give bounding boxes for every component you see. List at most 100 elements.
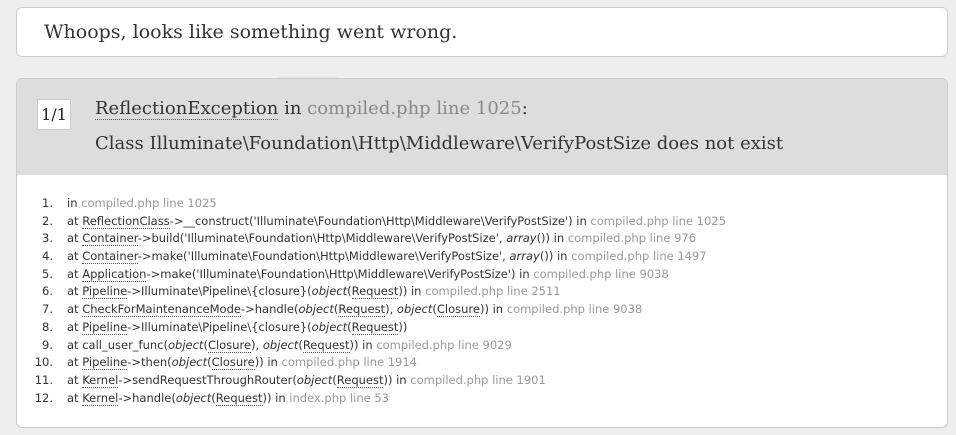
- trace-row-text: at Container->make('Illuminate\Foundatio…: [67, 248, 707, 266]
- exception-message: Class Illuminate\Foundation\Http\Middlew…: [95, 133, 784, 154]
- class-abbr[interactable]: ReflectionClass: [82, 213, 170, 229]
- file-location: index.php line 53: [289, 390, 389, 405]
- type-keyword: array: [509, 249, 540, 264]
- trace-text: ),: [251, 337, 263, 352]
- class-abbr[interactable]: Kernel: [82, 372, 119, 388]
- trace-text: ->then(: [127, 355, 172, 370]
- type-keyword: object: [311, 319, 348, 334]
- page-title: Whoops, looks like something went wrong.: [44, 21, 458, 43]
- trace-row: 9. at call_user_func(object(Closure), obj…: [17, 337, 947, 355]
- exception-in-word: in: [278, 98, 308, 119]
- file-location: compiled.php line 1497: [571, 249, 707, 264]
- trace-text: at: [67, 319, 83, 334]
- trace-row: 2. at ReflectionClass->__construct('Illum…: [17, 213, 947, 231]
- trace-row-text: at Kernel->handle(object(Request)) in in…: [67, 390, 389, 408]
- trace-row: 6. at Pipeline->Illuminate\Pipeline\{clos…: [17, 283, 947, 301]
- trace-text: at: [67, 372, 83, 387]
- trace-row-text: at CheckForMaintenanceMode->handle(objec…: [67, 301, 642, 319]
- file-location: compiled.php line 1025: [590, 213, 726, 228]
- trace-row-text: at Application->make('Illuminate\Foundat…: [67, 266, 669, 284]
- trace-row-text: at call_user_func(object(Closure), objec…: [67, 337, 512, 355]
- trace-text: )): [398, 319, 408, 334]
- trace-text: (: [347, 284, 352, 299]
- trace-text: ->handle(: [240, 302, 299, 317]
- trace-row: 10. at Pipeline->then(object(Closure)) in…: [17, 354, 947, 372]
- trace-text: ->make('Illuminate\Foundation\Http\Middl…: [146, 266, 534, 281]
- class-abbr[interactable]: Container: [82, 249, 138, 265]
- type-keyword: object: [311, 284, 348, 299]
- file-location: compiled.php line 9038: [533, 266, 669, 281]
- class-abbr[interactable]: Request: [338, 302, 386, 318]
- class-abbr[interactable]: Closure: [207, 337, 252, 353]
- exception-block: 1/1 ReflectionException in compiled.php …: [16, 78, 948, 428]
- trace-text: at: [67, 266, 83, 281]
- trace-text: )) in: [383, 372, 411, 387]
- class-abbr[interactable]: Request: [336, 372, 384, 388]
- trace-row-text: at ReflectionClass->__construct('Illumin…: [67, 213, 726, 231]
- trace-text: ()) in: [536, 231, 568, 246]
- file-location: compiled.php line 976: [567, 231, 697, 246]
- trace-text: in: [67, 196, 82, 210]
- class-abbr[interactable]: Application: [82, 266, 147, 282]
- trace-row-number: 8.: [42, 319, 53, 334]
- trace-text: )) in: [398, 284, 426, 299]
- trace-text: )) in: [479, 302, 507, 317]
- class-abbr[interactable]: Pipeline: [82, 319, 128, 335]
- page-header: Whoops, looks like something went wrong.: [16, 7, 948, 57]
- trace-text: at: [67, 284, 83, 299]
- trace-text: ->build('Illuminate\Foundation\Http\Midd…: [137, 231, 507, 246]
- trace-row: 12. at Kernel->handle(object(Request)) in…: [17, 390, 947, 408]
- class-abbr[interactable]: Kernel: [82, 390, 119, 406]
- file-location: compiled.php line 1025: [81, 196, 217, 210]
- trace-text: ->handle(: [118, 390, 176, 405]
- trace-text: at: [67, 302, 83, 317]
- class-abbr[interactable]: Request: [351, 319, 399, 335]
- trace-text: at: [67, 213, 83, 228]
- trace-row-number: 12.: [34, 390, 53, 405]
- class-abbr[interactable]: Pipeline: [82, 284, 128, 300]
- trace-text: ()) in: [539, 249, 572, 264]
- class-abbr[interactable]: CheckForMaintenanceMode: [82, 302, 241, 318]
- type-keyword: object: [298, 302, 334, 317]
- error-page: Whoops, looks like something went wrong.…: [0, 0, 956, 435]
- trace-row-number: 6.: [42, 284, 53, 299]
- trace-row-text: in compiled.php line 1025: [67, 195, 217, 213]
- trace-row-number: 11.: [34, 372, 53, 387]
- file-location: compiled.php line 9038: [506, 302, 643, 317]
- type-keyword: object: [168, 337, 204, 352]
- trace-row: 1. in compiled.php line 1025: [17, 195, 947, 213]
- trace-row-number: 10.: [34, 355, 53, 370]
- trace-text: ->Illuminate\Pipeline\{closure}(: [127, 284, 312, 299]
- trace-row-text: at Kernel->sendRequestThroughRouter(obje…: [67, 372, 546, 390]
- exception-title: ReflectionException in compiled.php line…: [95, 98, 528, 120]
- class-abbr[interactable]: Closure: [211, 355, 255, 371]
- class-abbr[interactable]: Closure: [436, 302, 480, 318]
- exception-class[interactable]: ReflectionException: [95, 98, 279, 120]
- type-keyword: object: [175, 390, 212, 405]
- trace-text: at call_user_func(: [67, 337, 168, 352]
- trace-text: )) in: [262, 390, 290, 405]
- trace-row: 7. at CheckForMaintenanceMode->handle(obj…: [17, 301, 947, 319]
- trace-row-number: 3.: [42, 231, 53, 246]
- class-abbr[interactable]: Pipeline: [82, 355, 128, 371]
- trace-text: at: [67, 231, 83, 246]
- trace-text: ),: [385, 302, 397, 317]
- trace-row: 8. at Pipeline->Illuminate\Pipeline\{clos…: [17, 319, 947, 337]
- class-abbr[interactable]: Request: [215, 390, 263, 406]
- file-location: compiled.php line 2511: [425, 284, 561, 299]
- trace-row-text: at Container->build('Illuminate\Foundati…: [67, 230, 696, 248]
- trace-row: 4. at Container->make('Illuminate\Foundat…: [17, 248, 947, 266]
- type-keyword: object: [396, 302, 433, 317]
- trace-text: at: [67, 355, 83, 370]
- trace-row-text: at Pipeline->then(object(Closure)) in co…: [67, 354, 417, 372]
- trace-text: ->make('Illuminate\Foundation\Http\Middl…: [137, 249, 510, 264]
- exception-location: compiled.php line 1025: [307, 98, 522, 119]
- trace-row-number: 7.: [42, 302, 53, 317]
- trace-row-text: at Pipeline->Illuminate\Pipeline\{closur…: [67, 319, 407, 337]
- class-abbr[interactable]: Request: [351, 284, 399, 300]
- class-abbr[interactable]: Container: [82, 231, 138, 247]
- file-location: compiled.php line 9029: [376, 337, 512, 352]
- trace-text: )) in: [254, 355, 282, 370]
- file-location: compiled.php line 1901: [410, 372, 546, 387]
- class-abbr[interactable]: Request: [302, 337, 350, 353]
